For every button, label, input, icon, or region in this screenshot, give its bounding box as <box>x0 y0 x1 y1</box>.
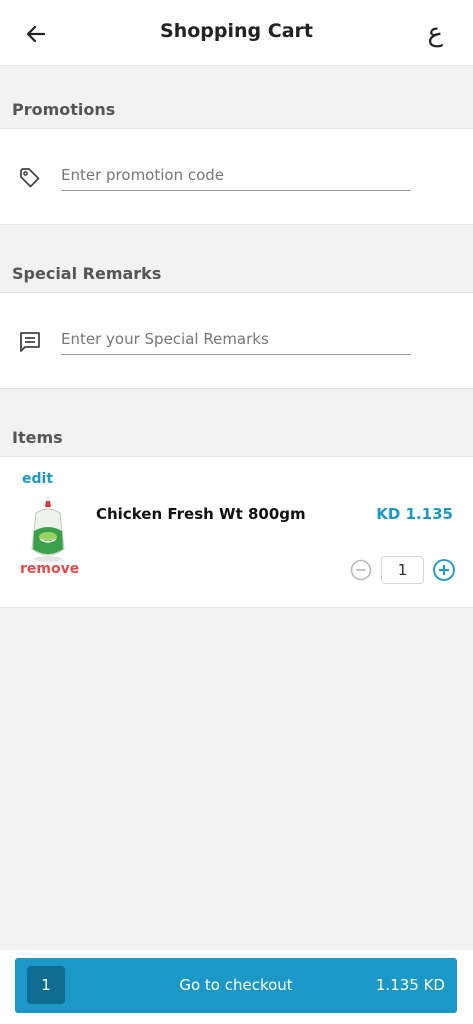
tag-icon <box>20 168 40 188</box>
special-remarks-input[interactable] <box>61 323 411 355</box>
app-header: Shopping Cart ع <box>0 0 473 66</box>
product-price: KD 1.135 <box>376 505 453 523</box>
promotions-card <box>0 128 473 225</box>
decrease-quantity-icon[interactable] <box>350 559 372 581</box>
promotions-section-title: Promotions <box>12 100 116 119</box>
language-toggle-button[interactable]: ع <box>427 20 443 46</box>
increase-quantity-icon[interactable] <box>432 558 456 582</box>
checkout-total: 1.135 KD <box>375 976 445 994</box>
special-remarks-section-title: Special Remarks <box>12 264 162 283</box>
checkout-footer: 1 Go to checkout 1.135 KD <box>0 950 473 1024</box>
remove-item-link[interactable]: remove <box>20 561 79 577</box>
product-name: Chicken Fresh Wt 800gm <box>96 505 306 523</box>
comment-icon <box>20 332 40 352</box>
cart-item-row: edit remove Chicken Fresh Wt 800gm KD 1.… <box>0 456 473 608</box>
special-remarks-card <box>0 292 473 389</box>
items-section-title: Items <box>12 428 63 447</box>
edit-item-link[interactable]: edit <box>22 471 53 487</box>
quantity-value: 1 <box>381 556 424 584</box>
chicken-product-icon <box>31 501 65 562</box>
promotion-code-input[interactable] <box>61 159 411 191</box>
page-title: Shopping Cart <box>160 20 313 42</box>
go-to-checkout-button[interactable]: 1 Go to checkout 1.135 KD <box>15 958 457 1013</box>
